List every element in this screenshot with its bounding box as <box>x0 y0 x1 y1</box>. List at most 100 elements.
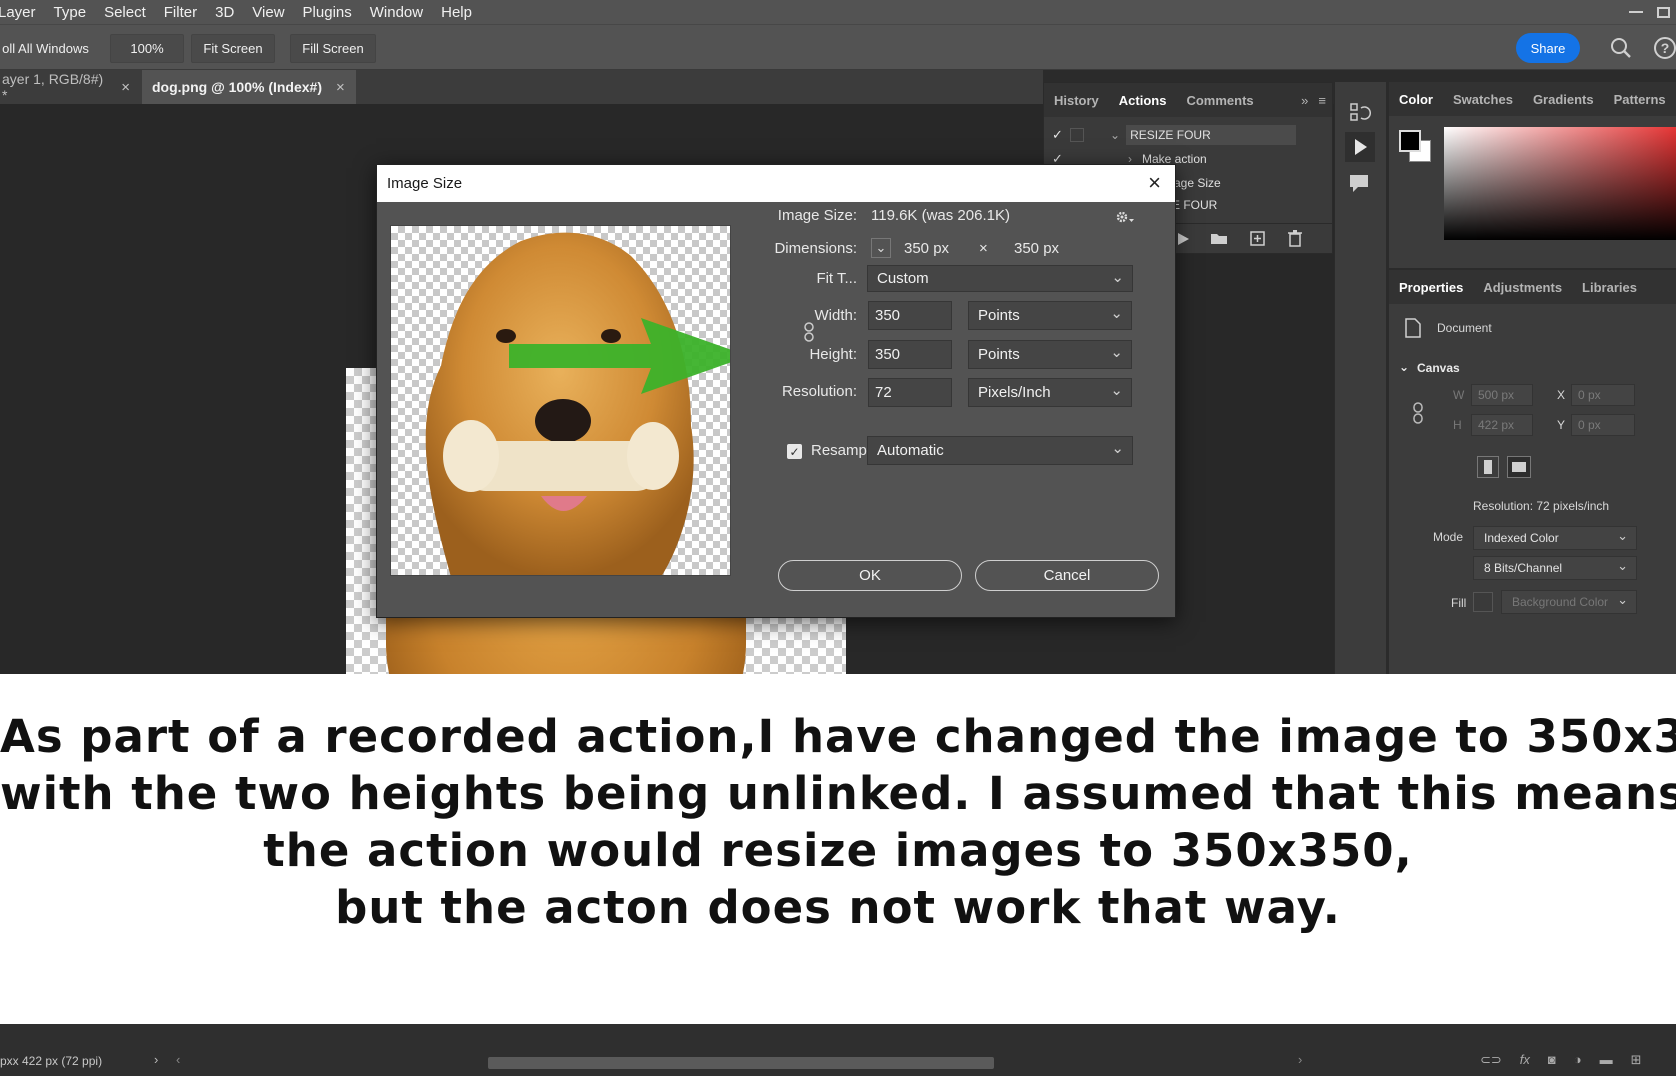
resample-method-select[interactable]: Automatic <box>867 436 1133 465</box>
restore-icon[interactable] <box>1657 6 1670 18</box>
chevron-right-icon[interactable]: › <box>154 1052 158 1067</box>
dimensions-height-value: 350 px <box>1014 240 1060 257</box>
search-icon[interactable] <box>1610 37 1632 59</box>
panel-menu-icon[interactable]: ≡ <box>1312 93 1332 108</box>
height-unit-select[interactable]: Points <box>968 340 1132 369</box>
menu-view[interactable]: View <box>243 4 293 21</box>
link-icon[interactable] <box>1411 402 1425 424</box>
cancel-button[interactable]: Cancel <box>975 560 1159 591</box>
mode-select[interactable]: Indexed Color <box>1473 526 1637 550</box>
adjustment-layer-icon[interactable]: ◑ <box>1574 1052 1582 1068</box>
fit-to-label: Fit T... <box>816 270 857 287</box>
history-icon[interactable] <box>1349 102 1371 124</box>
chevron-down-icon[interactable]: ⌄ <box>871 238 891 258</box>
menu-help[interactable]: Help <box>432 4 481 21</box>
tab-history[interactable]: History <box>1044 93 1109 108</box>
portrait-orientation-icon[interactable] <box>1477 456 1499 478</box>
canvas-y-field[interactable]: 0 px <box>1571 414 1635 436</box>
y-label: Y <box>1557 418 1566 432</box>
width-unit-select[interactable]: Points <box>968 301 1132 330</box>
trash-icon[interactable] <box>1288 230 1302 247</box>
menu-window[interactable]: Window <box>361 4 432 21</box>
menu-select[interactable]: Select <box>95 4 155 21</box>
tab-comments[interactable]: Comments <box>1176 93 1263 108</box>
minimize-icon[interactable] <box>1629 11 1643 13</box>
dimensions-times: × <box>979 240 988 257</box>
color-spectrum[interactable] <box>1444 127 1676 240</box>
tab-color[interactable]: Color <box>1389 92 1443 107</box>
bit-depth-select[interactable]: 8 Bits/Channel <box>1473 556 1637 580</box>
canvas-height-field[interactable]: 422 px <box>1471 414 1533 436</box>
menu-filter[interactable]: Filter <box>155 4 206 21</box>
action-set-row[interactable]: ✓ ⌄ RESIZE FOUR <box>1044 123 1314 147</box>
check-icon[interactable]: ✓ <box>1052 127 1070 143</box>
options-bar: oll All Windows 100% Fit Screen Fill Scr… <box>0 24 1676 70</box>
height-label: H <box>1453 418 1462 432</box>
menu-layer[interactable]: Layer <box>0 4 45 21</box>
tab-patterns[interactable]: Patterns <box>1604 92 1676 107</box>
fx-icon[interactable]: fx <box>1520 1052 1530 1068</box>
tab-adjustments[interactable]: Adjustments <box>1473 280 1572 295</box>
foreground-color-swatch[interactable] <box>1399 130 1421 152</box>
width-input[interactable]: 350 <box>868 301 952 330</box>
scroll-all-windows-checkbox[interactable]: oll All Windows <box>0 34 92 63</box>
fit-to-select[interactable]: Custom <box>867 265 1133 292</box>
resolution-label: Resolution: <box>781 383 857 400</box>
action-set-label-2: E FOUR <box>1172 198 1218 212</box>
new-layer-icon[interactable]: ⊞ <box>1631 1052 1642 1068</box>
chevron-down-icon[interactable]: ⌄ <box>1110 128 1120 142</box>
tab-label: ayer 1, RGB/8#) * <box>2 71 104 103</box>
tab-layer1[interactable]: ayer 1, RGB/8#) * × <box>0 70 140 104</box>
resolution-readout: Resolution: 72 pixels/inch <box>1473 499 1610 513</box>
mask-icon[interactable]: ◙ <box>1548 1052 1556 1068</box>
group-folder-icon[interactable]: ▬ <box>1600 1052 1613 1068</box>
menu-type[interactable]: Type <box>45 4 96 21</box>
link-constrain-icon[interactable] <box>803 322 815 342</box>
scroll-right-icon[interactable]: › <box>1298 1052 1302 1067</box>
help-icon[interactable]: ? <box>1654 37 1676 59</box>
menu-3d[interactable]: 3D <box>206 4 243 21</box>
tab-gradients[interactable]: Gradients <box>1523 92 1604 107</box>
expand-panel-icon[interactable]: » <box>1291 93 1312 108</box>
image-preview[interactable] <box>390 225 731 576</box>
height-label: Height: <box>809 346 857 363</box>
tab-properties[interactable]: Properties <box>1389 280 1473 295</box>
folder-icon[interactable] <box>1210 231 1228 245</box>
fill-screen-button[interactable]: Fill Screen <box>290 34 376 63</box>
menu-plugins[interactable]: Plugins <box>294 4 361 21</box>
tab-dog-png[interactable]: dog.png @ 100% (Index#) × <box>142 70 356 104</box>
new-action-icon[interactable] <box>1250 231 1266 247</box>
document-label: Document <box>1437 321 1492 335</box>
share-button[interactable]: Share <box>1516 33 1580 63</box>
fit-screen-button[interactable]: Fit Screen <box>191 34 275 63</box>
canvas-section-toggle[interactable]: ⌄ <box>1399 360 1409 374</box>
gear-icon[interactable] <box>1115 209 1135 225</box>
link-layers-icon[interactable]: ⊂⊃ <box>1480 1052 1502 1068</box>
mode-label: Mode <box>1433 530 1464 544</box>
dialog-toggle[interactable] <box>1070 128 1084 142</box>
canvas-width-field[interactable]: 500 px <box>1471 384 1533 406</box>
resolution-unit-select[interactable]: Pixels/Inch <box>968 378 1132 407</box>
resolution-input[interactable]: 72 <box>868 378 952 407</box>
close-icon[interactable]: × <box>336 79 345 96</box>
tab-actions[interactable]: Actions <box>1109 93 1177 108</box>
canvas-x-field[interactable]: 0 px <box>1571 384 1635 406</box>
height-input[interactable]: 350 <box>868 340 952 369</box>
scroll-left-icon[interactable]: ‹ <box>176 1052 180 1067</box>
dialog-title-bar[interactable]: Image Size × <box>377 165 1175 202</box>
tab-libraries[interactable]: Libraries <box>1572 280 1647 295</box>
horizontal-scrollbar[interactable] <box>488 1057 994 1069</box>
x-label: X <box>1557 388 1566 402</box>
tab-swatches[interactable]: Swatches <box>1443 92 1523 107</box>
play-icon[interactable] <box>1176 232 1190 246</box>
fill-select[interactable]: Background Color <box>1501 590 1637 614</box>
actions-icon[interactable] <box>1345 132 1375 162</box>
close-icon[interactable]: × <box>121 79 130 96</box>
comments-icon[interactable] <box>1348 172 1370 194</box>
landscape-orientation-icon[interactable] <box>1507 456 1531 478</box>
close-icon[interactable]: × <box>1148 172 1161 194</box>
zoom-100-button[interactable]: 100% <box>110 34 184 63</box>
ok-button[interactable]: OK <box>778 560 962 591</box>
resample-checkbox[interactable]: ✓ <box>787 444 802 459</box>
fill-swatch[interactable] <box>1473 592 1493 612</box>
